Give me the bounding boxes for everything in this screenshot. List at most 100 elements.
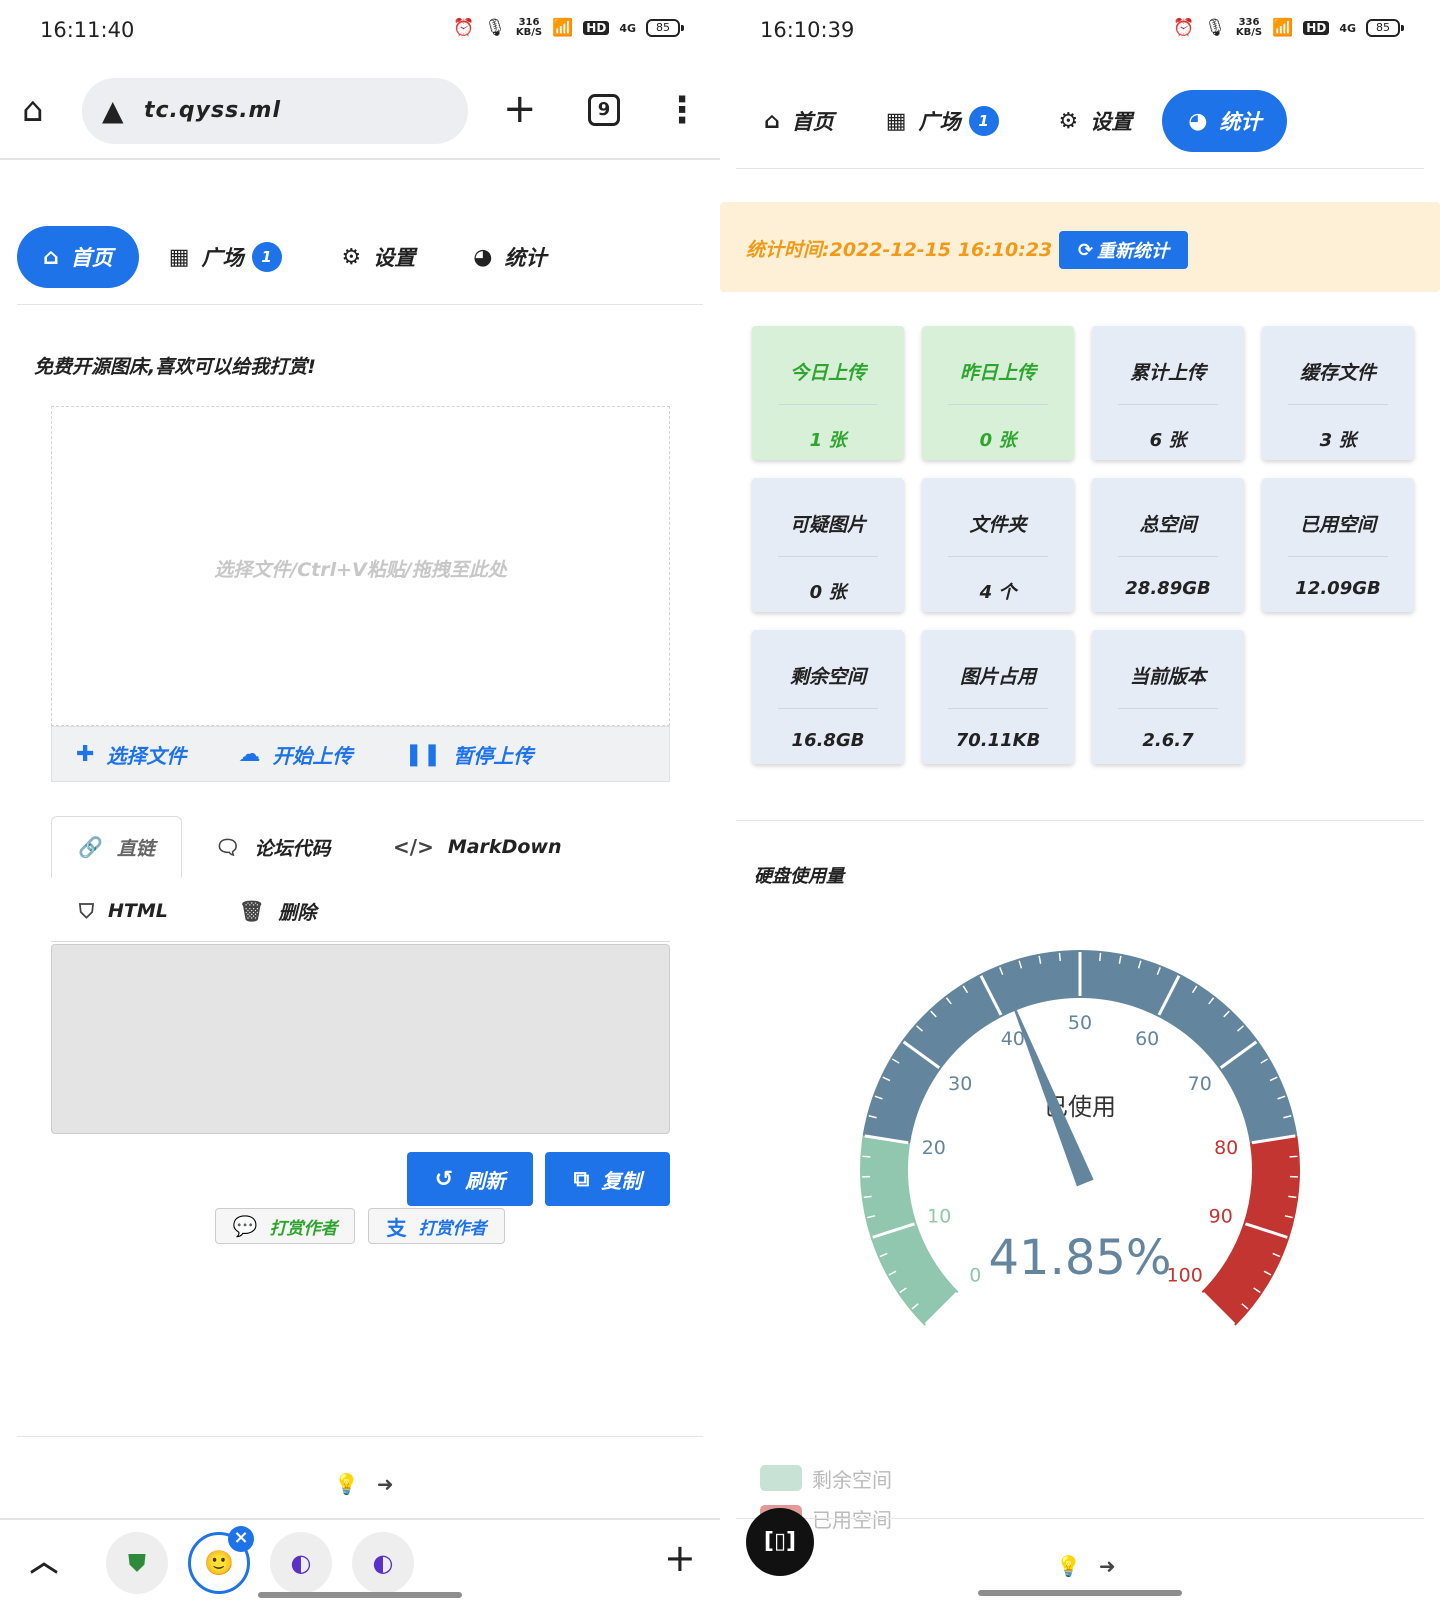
start-upload-button[interactable]: ☁ 开始上传 — [238, 740, 352, 769]
copy-button[interactable]: ⧉ 复制 — [545, 1152, 670, 1206]
tab-thumb-browser-icon[interactable]: ◐ — [270, 1532, 332, 1594]
choose-file-button[interactable]: ✚ 选择文件 — [76, 740, 186, 769]
vibrate-toggle-icon[interactable]: [▯] — [746, 1508, 814, 1576]
net-speed-unit: KB/S — [1235, 27, 1263, 38]
upload-toolbar: ✚ 选择文件 ☁ 开始上传 ❚❚ 暂停上传 — [51, 726, 670, 782]
nav-badge: 1 — [251, 242, 282, 272]
refresh-icon: ↺ — [434, 1166, 454, 1192]
tab-thumb-browser-icon[interactable]: ◐ — [352, 1532, 414, 1594]
divider — [736, 168, 1424, 169]
divider — [736, 820, 1424, 821]
new-tab-icon[interactable]: + — [503, 84, 537, 134]
browser-bottom-bar: ︿ ⛊ 🙂 × ◐ ◐ + — [0, 1518, 720, 1600]
lightbulb-icon[interactable]: 💡 — [1056, 1554, 1081, 1578]
status-icons: ⏰ 🎙 316 KB/S 📶 HD 4G 85 — [453, 18, 684, 38]
stat-card: 已用空间 12.09GB — [1262, 478, 1414, 612]
legend-item[interactable]: 剩余空间 — [760, 1458, 892, 1498]
status-bar: 16:10:39 ⏰ 🎙 336 KB/S 📶 HD 4G 85 — [760, 12, 1404, 52]
upload-dropzone[interactable]: 选择文件/Ctrl+V粘贴/拖拽至此处 — [51, 406, 670, 726]
stat-card-label: 总空间 — [1139, 514, 1197, 536]
disk-gauge-chart: 0102030405060708090100已使用41.85% — [860, 950, 1300, 1326]
stat-card-label: 当前版本 — [1129, 666, 1206, 688]
tab-delete[interactable]: 🗑 删除 — [239, 880, 316, 942]
nav-badge: 1 — [968, 106, 999, 136]
browser-home-icon[interactable]: ⌂ — [22, 90, 62, 130]
stat-card: 剩余空间 16.8GB — [752, 630, 904, 764]
chevron-up-icon[interactable]: ︿ — [30, 1540, 58, 1580]
nav-stats[interactable]: ◕ 统计 — [1162, 90, 1288, 152]
stat-card-label: 可疑图片 — [789, 514, 866, 536]
stat-card-divider — [948, 708, 1048, 709]
stat-card-divider — [778, 404, 878, 405]
divider — [17, 1436, 703, 1437]
stat-card-label: 累计上传 — [1129, 362, 1206, 384]
stat-card-value: 70.11KB — [955, 730, 1041, 751]
right-screen: 16:10:39 ⏰ 🎙 336 KB/S 📶 HD 4G 85 ⌂ 首页 ▦ 广场 1… — [720, 0, 1440, 1600]
refresh-button[interactable]: ↺ 刷新 — [407, 1152, 533, 1206]
grid-icon: ▦ — [168, 244, 190, 270]
nav-stats[interactable]: ◕ 统计 — [451, 226, 568, 288]
gauge-tick-label: 80 — [1214, 1137, 1238, 1159]
tab-markdown[interactable]: </> MarkDown — [393, 816, 561, 878]
nav-home[interactable]: ⌂ 首页 — [17, 226, 139, 288]
signal-icon: 4G — [619, 21, 636, 35]
logout-icon[interactable]: ➜ — [377, 1472, 394, 1496]
status-icons: ⏰ 🎙 336 KB/S 📶 HD 4G 85 — [1173, 18, 1404, 38]
main-nav: ⌂ 首页 ▦ 广场 1 ⚙ 设置 ◕ 统计 — [742, 90, 1295, 152]
close-tab-icon[interactable]: × — [228, 1526, 254, 1552]
footer-icons: 💡 ➜ — [334, 1472, 394, 1496]
dropzone-hint: 选择文件/Ctrl+V粘贴/拖拽至此处 — [214, 559, 507, 581]
restat-button[interactable]: ⟳ 重新统计 — [1059, 231, 1188, 269]
stat-card-label: 图片占用 — [959, 666, 1036, 688]
copy-label: 复制 — [601, 1168, 642, 1193]
stat-card-divider — [948, 556, 1048, 557]
tip-alipay-button[interactable]: 支打赏作者 — [368, 1208, 505, 1244]
pause-upload-button[interactable]: ❚❚ 暂停上传 — [404, 740, 533, 769]
stat-card-divider — [1288, 404, 1388, 405]
gauge-tick-label: 30 — [948, 1073, 972, 1095]
tip-wechat-button[interactable]: 💬 打赏作者 — [215, 1208, 355, 1244]
tab-forum-code[interactable]: 🗨 论坛代码 — [215, 816, 330, 878]
tab-html[interactable]: ⛉ HTML — [79, 880, 168, 942]
gears-icon: ⚙ — [341, 244, 362, 270]
link-output-textarea[interactable] — [51, 944, 670, 1134]
stat-card: 缓存文件 3 张 — [1262, 326, 1414, 460]
url-text[interactable]: tc.qyss.ml — [144, 98, 281, 123]
stat-card: 今日上传 1 张 — [752, 326, 904, 460]
stat-card: 累计上传 6 张 — [1092, 326, 1244, 460]
gauge-tick-label: 90 — [1209, 1206, 1233, 1228]
wifi-icon: 📶 — [1272, 18, 1294, 38]
address-bar[interactable]: ▲ tc.qyss.ml — [82, 78, 468, 144]
nav-square[interactable]: ▦ 广场 1 — [864, 90, 1021, 152]
gauge-tick-label: 60 — [1135, 1028, 1159, 1050]
link-format-tabs: 🔗 直链 🗨 论坛代码 </> MarkDown ⛉ HTML 🗑 删除 — [51, 816, 670, 942]
tab-count-button[interactable]: 9 — [588, 94, 620, 126]
stat-card: 图片占用 70.11KB — [922, 630, 1074, 764]
battery-icon: 85 — [1366, 19, 1404, 37]
stat-card-label: 剩余空间 — [789, 666, 866, 688]
stat-time-text: 统计时间:2022-12-15 16:10:23 — [746, 239, 1053, 261]
tab-direct-link[interactable]: 🔗 直链 — [51, 816, 182, 878]
stat-card-label: 文件夹 — [969, 514, 1027, 536]
tab-label: HTML — [108, 900, 168, 922]
nav-label: 首页 — [791, 110, 834, 134]
gauge-tick-label: 70 — [1188, 1073, 1212, 1095]
stat-card-label: 缓存文件 — [1299, 362, 1376, 384]
gauge-value-label: 41.85% — [988, 1230, 1171, 1286]
tab-thumb-shield-icon[interactable]: ⛊ — [106, 1532, 168, 1594]
warning-icon[interactable]: ▲ — [102, 96, 124, 126]
refresh-label: 刷新 — [465, 1168, 506, 1193]
stat-card-label: 昨日上传 — [959, 362, 1036, 384]
net-speed: 316 KB/S — [516, 18, 542, 38]
nav-settings[interactable]: ⚙ 设置 — [320, 226, 438, 288]
more-menu-icon[interactable]: ⋮ — [664, 86, 700, 136]
nav-home[interactable]: ⌂ 首页 — [742, 90, 856, 152]
alarm-icon: ⏰ — [453, 18, 475, 38]
gauge-tick-label: 50 — [1068, 1012, 1092, 1034]
restat-label: 重新统计 — [1097, 241, 1170, 262]
add-tab-icon[interactable]: + — [664, 1536, 696, 1580]
nav-square[interactable]: ▦ 广场 1 — [147, 226, 304, 288]
logout-icon[interactable]: ➜ — [1099, 1554, 1116, 1578]
nav-settings[interactable]: ⚙ 设置 — [1037, 90, 1155, 152]
lightbulb-icon[interactable]: 💡 — [334, 1472, 359, 1496]
